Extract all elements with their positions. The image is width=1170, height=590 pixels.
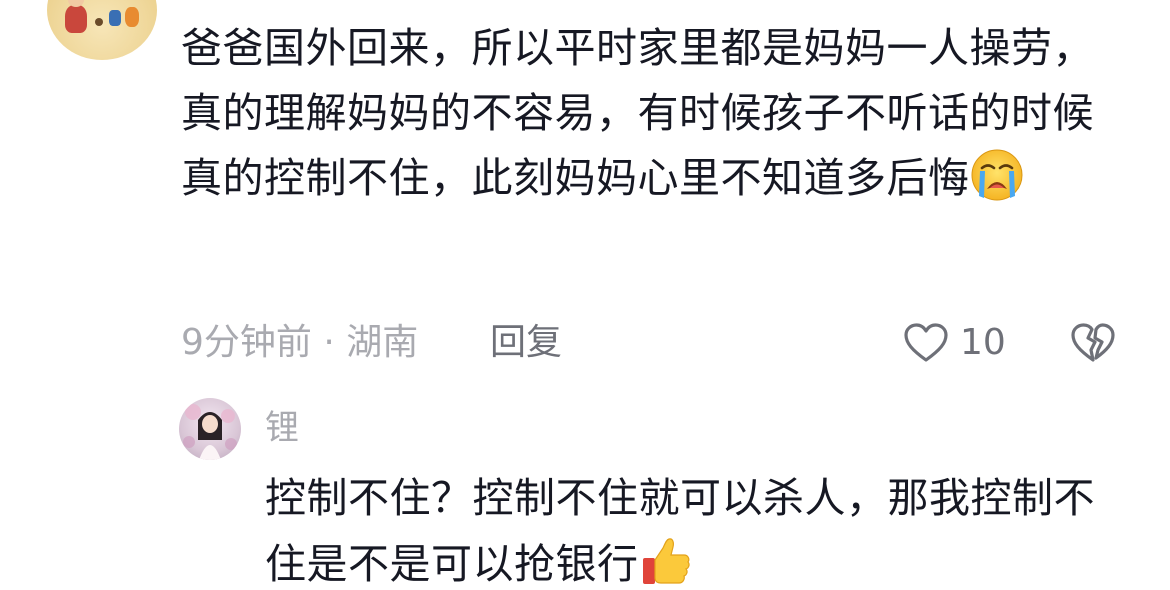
comment-body: 爸爸国外回来，所以平时家里都是妈妈一人操劳，真的理解妈妈的不容易，有时候孩子不听… <box>181 16 1101 211</box>
avatar-image <box>183 404 237 460</box>
comment-text: 爸爸国外回来，所以平时家里都是妈妈一人操劳，真的理解妈妈的不容易，有时候孩子不听… <box>181 24 1094 202</box>
loudly-crying-face-icon <box>971 149 1022 201</box>
avatar-figure <box>109 10 121 26</box>
avatar-figure <box>65 0 87 33</box>
like-count: 10 <box>960 322 1006 363</box>
reply-author-avatar[interactable] <box>179 398 241 460</box>
heart-icon <box>904 323 948 362</box>
reply-author-name[interactable]: 锂 <box>265 406 299 450</box>
reply-body: 控制不住？控制不住就可以杀人，那我控制不住是不是可以抢银行 <box>265 465 1105 590</box>
thumbs-up-icon <box>642 538 690 584</box>
avatar-figure <box>125 7 139 27</box>
comment-time-location: 9分钟前 · 湖南 <box>181 322 419 363</box>
comment-meta: 9分钟前 · 湖南 回复 10 <box>181 318 1141 368</box>
avatar-figure <box>95 18 103 26</box>
reply-button[interactable]: 回复 <box>490 318 562 368</box>
broken-heart-icon[interactable] <box>1069 319 1117 367</box>
comment-thread: 爸爸国外回来，所以平时家里都是妈妈一人操劳，真的理解妈妈的不容易，有时候孩子不听… <box>0 0 1170 590</box>
commenter-avatar[interactable] <box>47 0 157 60</box>
